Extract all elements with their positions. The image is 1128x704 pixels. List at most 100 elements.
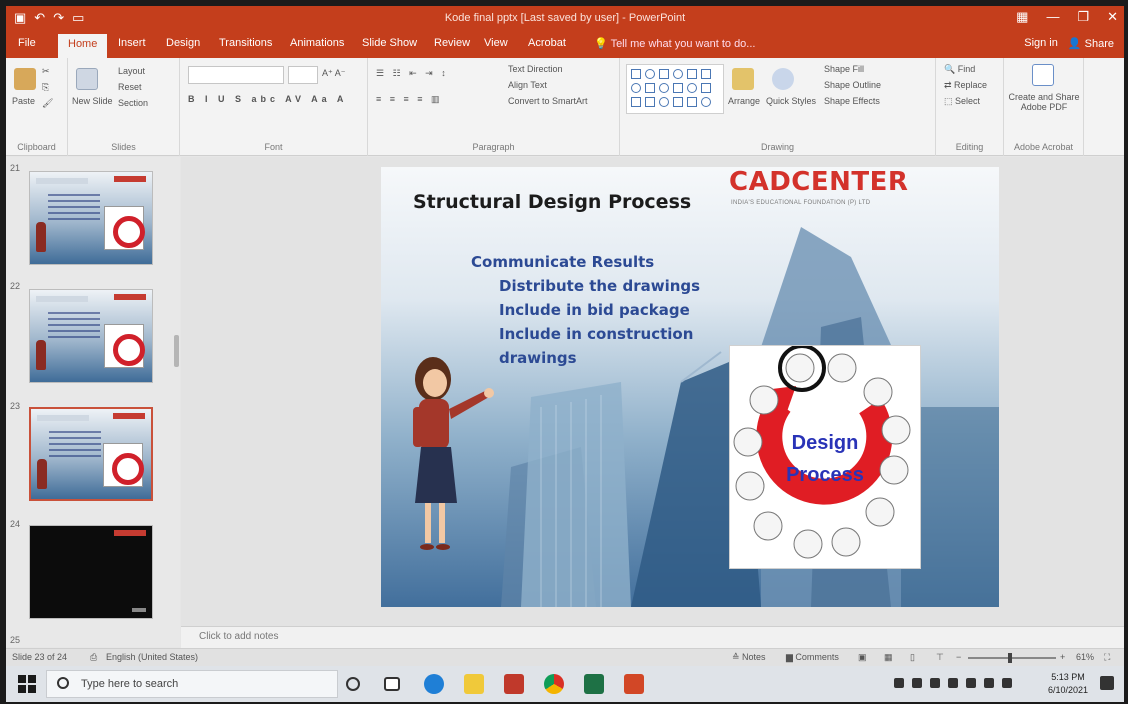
- cortana-icon[interactable]: [346, 677, 360, 691]
- new-slide-icon[interactable]: [76, 68, 98, 90]
- tab-review[interactable]: Review: [434, 37, 470, 49]
- slideshow-view-icon[interactable]: ⊤: [936, 652, 944, 663]
- slide-thumbnail-24[interactable]: [29, 525, 153, 619]
- select-button[interactable]: ⬚ Select: [944, 96, 980, 107]
- bullet-heading: Communicate Results: [471, 253, 655, 271]
- quick-styles-icon[interactable]: [772, 68, 794, 90]
- align-icons[interactable]: ≡ ≡ ≡ ≡ ▥: [376, 94, 443, 105]
- clock-date: 6/10/2021: [1047, 685, 1088, 695]
- list-icons[interactable]: ☰ ☷ ⇤ ⇥ ↕: [376, 68, 449, 79]
- thumbnail-scrollbar[interactable]: [173, 157, 180, 647]
- excel-icon[interactable]: [584, 674, 604, 694]
- tray-app-icon[interactable]: [930, 678, 940, 688]
- font-size-box[interactable]: [288, 66, 318, 84]
- battery-icon[interactable]: [1002, 678, 1012, 688]
- status-bar: Slide 23 of 24 ⎙ English (United States)…: [6, 648, 1124, 666]
- comments-toggle[interactable]: ▆ Comments: [786, 652, 839, 663]
- zoom-slider-knob[interactable]: [1008, 653, 1012, 663]
- tab-transitions[interactable]: Transitions: [219, 37, 272, 49]
- edge-icon[interactable]: [424, 674, 444, 694]
- tray-app-icon[interactable]: [912, 678, 922, 688]
- tray-chevron-icon[interactable]: [894, 678, 904, 688]
- tab-view[interactable]: View: [484, 37, 508, 49]
- reset-button[interactable]: Reset: [118, 82, 142, 92]
- fit-to-window-icon[interactable]: ⛶: [1104, 652, 1110, 663]
- chrome-icon[interactable]: [544, 674, 564, 694]
- normal-view-icon[interactable]: ▣: [858, 652, 867, 663]
- paste-icon[interactable]: [14, 68, 36, 90]
- quick-styles-button[interactable]: Quick Styles: [766, 96, 816, 106]
- slide-thumbnail-23[interactable]: [29, 407, 153, 501]
- current-slide[interactable]: Structural Design Process CADCENTER INDI…: [381, 167, 999, 607]
- powerpoint-icon[interactable]: [624, 674, 644, 694]
- text-direction-button[interactable]: Text Direction: [508, 64, 563, 74]
- copy-icon[interactable]: ⎘: [42, 82, 49, 93]
- minimize-icon[interactable]: —: [1046, 9, 1059, 25]
- align-text-button[interactable]: Align Text: [508, 80, 547, 90]
- shape-effects-button[interactable]: Shape Effects: [824, 96, 880, 106]
- spell-check-icon[interactable]: ⎙: [90, 652, 97, 663]
- restore-icon[interactable]: ❐: [1077, 9, 1089, 25]
- close-icon[interactable]: ✕: [1107, 9, 1118, 25]
- tab-animations[interactable]: Animations: [290, 37, 344, 49]
- shape-outline-button[interactable]: Shape Outline: [824, 80, 881, 90]
- taskbar-search-box[interactable]: Type here to search: [46, 670, 338, 698]
- zoom-out-icon[interactable]: −: [956, 652, 961, 662]
- app-icon[interactable]: [504, 674, 524, 694]
- task-view-icon[interactable]: [384, 677, 400, 691]
- create-pdf-icon[interactable]: [1032, 64, 1054, 86]
- zoom-in-icon[interactable]: +: [1060, 652, 1065, 662]
- network-icon[interactable]: [966, 678, 976, 688]
- find-button[interactable]: 🔍 Find: [944, 64, 975, 75]
- smartart-button[interactable]: Convert to SmartArt: [508, 96, 588, 106]
- tab-design[interactable]: Design: [166, 37, 200, 49]
- taskbar-clock[interactable]: 5:13 PM 6/10/2021: [1048, 671, 1088, 697]
- tell-me-search[interactable]: 💡 Tell me what you want to do...: [594, 37, 755, 50]
- bold-italic-underline-icons[interactable]: B I U S abc AV Aa A: [188, 94, 347, 104]
- tab-insert[interactable]: Insert: [118, 37, 146, 49]
- zoom-level[interactable]: 61%: [1076, 652, 1094, 662]
- share-button[interactable]: 👤 Share: [1068, 37, 1114, 50]
- notes-toggle-label: Notes: [742, 652, 766, 662]
- layout-button[interactable]: Layout: [118, 66, 145, 76]
- create-pdf-button[interactable]: Create and Share Adobe PDF: [1008, 92, 1080, 112]
- cut-icon[interactable]: ✂: [42, 66, 50, 77]
- language-indicator[interactable]: English (United States): [106, 652, 198, 662]
- tab-acrobat[interactable]: Acrobat: [528, 37, 566, 49]
- zoom-slider[interactable]: [968, 653, 1056, 663]
- reading-view-icon[interactable]: ▯: [910, 652, 915, 663]
- volume-icon[interactable]: [984, 678, 994, 688]
- file-explorer-icon[interactable]: [464, 674, 484, 694]
- tray-app-icon[interactable]: [948, 678, 958, 688]
- slide-sorter-icon[interactable]: ▦: [884, 652, 893, 663]
- scrollbar-thumb[interactable]: [174, 335, 179, 367]
- acrobat-label: Adobe Acrobat: [1013, 142, 1074, 152]
- font-name-box[interactable]: [188, 66, 284, 84]
- notes-pane[interactable]: Click to add notes: [181, 626, 1124, 648]
- tab-home[interactable]: Home: [58, 34, 108, 58]
- slide-thumbnail-22[interactable]: [29, 289, 153, 383]
- tab-slide-show[interactable]: Slide Show: [362, 37, 417, 49]
- design-process-diagram: Design Process: [729, 344, 921, 569]
- ribbon-display-icon[interactable]: ▦: [1016, 9, 1028, 25]
- paste-label[interactable]: Paste: [12, 96, 35, 106]
- sign-in-link[interactable]: Sign in: [1024, 37, 1058, 50]
- new-slide-button[interactable]: New Slide: [72, 96, 113, 106]
- tab-file[interactable]: File: [18, 37, 36, 49]
- slide-thumbnail-21[interactable]: [29, 171, 153, 265]
- format-painter-icon[interactable]: 🖌: [42, 98, 53, 109]
- paragraph-label: Paragraph: [472, 142, 515, 152]
- slide-counter: Slide 23 of 24: [12, 652, 68, 662]
- replace-button[interactable]: ⇄ Replace: [944, 80, 987, 91]
- diagram-label-process: Process: [786, 464, 864, 486]
- notifications-icon[interactable]: [1100, 676, 1114, 690]
- arrange-icon[interactable]: [732, 68, 754, 90]
- arrange-button[interactable]: Arrange: [728, 96, 760, 106]
- windows-start-icon[interactable]: [18, 675, 36, 693]
- grow-font-icon[interactable]: A⁺ A⁻: [322, 68, 346, 79]
- shapes-gallery[interactable]: [626, 64, 724, 114]
- shape-fill-button[interactable]: Shape Fill: [824, 64, 864, 74]
- logo-text: CADCENTER: [729, 167, 909, 197]
- notes-toggle[interactable]: ≙ Notes: [732, 652, 766, 663]
- section-button[interactable]: Section: [118, 98, 148, 108]
